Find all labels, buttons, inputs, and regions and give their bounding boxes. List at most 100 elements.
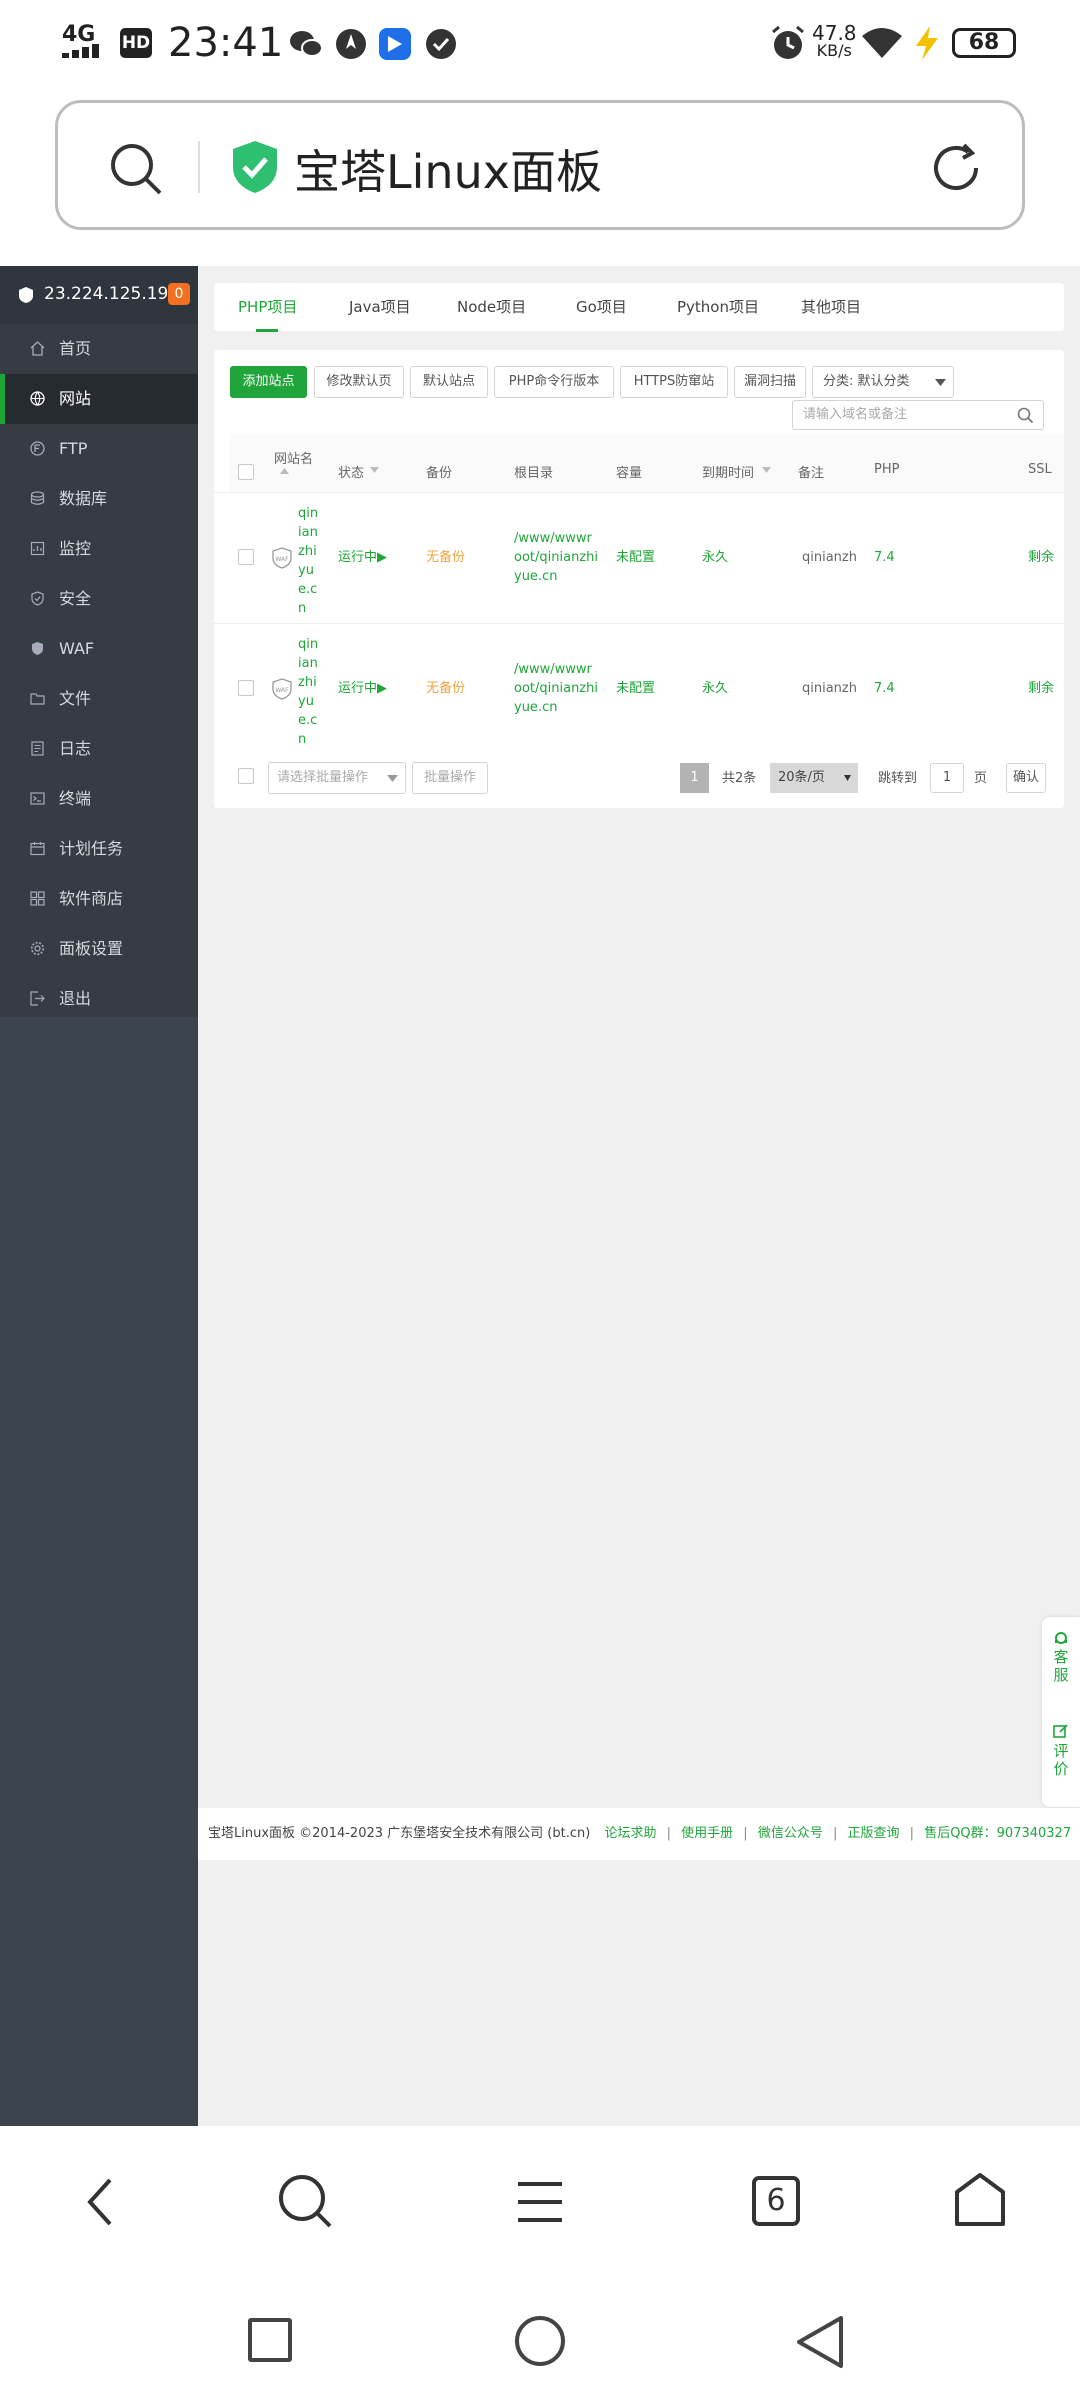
row-checkbox[interactable] xyxy=(238,680,254,696)
terminal-icon xyxy=(30,792,45,805)
batch-action-button[interactable]: 批量操作 xyxy=(412,762,488,794)
sidebar-item-monitor[interactable]: 监控 xyxy=(0,524,198,574)
sort-up-icon[interactable] xyxy=(280,468,289,474)
sidebar-item-website[interactable]: 网站 xyxy=(0,374,198,424)
menu-icon[interactable] xyxy=(516,2180,564,2224)
tab-python-projects[interactable]: Python项目 xyxy=(677,283,759,331)
network-speed: 47.8 KB/s xyxy=(812,21,857,60)
sidebar-item-logs[interactable]: 日志 xyxy=(0,724,198,774)
recent-apps-icon[interactable] xyxy=(248,2318,292,2362)
tab-java-projects[interactable]: Java项目 xyxy=(349,283,411,331)
status-running[interactable]: 运行中▶ xyxy=(338,548,387,567)
home-icon[interactable] xyxy=(954,2172,1006,2228)
sort-down-icon[interactable] xyxy=(762,467,771,473)
customer-service-icon[interactable] xyxy=(1053,1631,1069,1647)
back-triangle-icon[interactable] xyxy=(795,2314,845,2370)
backup-status[interactable]: 无备份 xyxy=(426,679,465,698)
hd-icon: HD xyxy=(120,28,152,58)
edit-feedback-icon[interactable] xyxy=(1053,1723,1069,1739)
sidebar-item-cron[interactable]: 计划任务 xyxy=(0,824,198,874)
batch-select-checkbox[interactable] xyxy=(238,768,254,784)
sort-down-icon[interactable] xyxy=(370,467,379,473)
col-site-name[interactable]: 网站名 xyxy=(274,448,313,467)
jump-page-input[interactable]: 1 xyxy=(930,763,964,793)
remark-value[interactable]: qinianzh xyxy=(802,548,857,567)
sidebar-item-waf[interactable]: WAF xyxy=(0,624,198,674)
server-shield-icon xyxy=(19,287,33,303)
status-running[interactable]: 运行中▶ xyxy=(338,679,387,698)
page-1-button[interactable]: 1 xyxy=(680,763,709,793)
batch-action-select[interactable]: 请选择批量操作 xyxy=(268,762,406,794)
back-icon[interactable] xyxy=(80,2174,120,2230)
forum-help-link[interactable]: 论坛求助 xyxy=(604,1826,656,1841)
check-circle-icon xyxy=(426,29,456,59)
refresh-icon[interactable] xyxy=(928,139,986,197)
sidebar-item-database[interactable]: 数据库 xyxy=(0,474,198,524)
manual-link[interactable]: 使用手册 xyxy=(681,1826,733,1841)
col-expiry[interactable]: 到期时间 xyxy=(702,462,754,481)
sidebar-item-ftp[interactable]: FTP xyxy=(0,424,198,474)
page-size-select[interactable]: 20条/页 xyxy=(770,763,858,793)
root-dir-link[interactable]: /www/wwwr oot/qinianzhi yue.cn xyxy=(514,660,598,717)
tab-go-projects[interactable]: Go项目 xyxy=(576,283,627,331)
capacity-value[interactable]: 未配置 xyxy=(616,548,655,567)
php-version[interactable]: 7.4 xyxy=(874,548,895,567)
tab-other-projects[interactable]: 其他项目 xyxy=(801,283,861,331)
waf-icon xyxy=(32,642,43,655)
category-select[interactable]: 分类: 默认分类 xyxy=(812,366,954,398)
server-ip: 23.224.125.191 xyxy=(44,284,180,304)
project-tabs: PHP项目 Java项目 Node项目 Go项目 Python项目 其他项目 xyxy=(214,283,1064,332)
edit-default-page-button[interactable]: 修改默认页 xyxy=(314,366,404,398)
wechat-icon xyxy=(290,31,323,57)
shield-check-icon xyxy=(233,141,277,193)
confirm-jump-button[interactable]: 确认 xyxy=(1006,763,1046,793)
site-name-link[interactable]: qin ian zhi yu e.c n xyxy=(298,635,326,749)
sidebar-item-home[interactable]: 首页 xyxy=(0,324,198,374)
ssl-status[interactable]: 剩余 xyxy=(1028,548,1054,567)
sidebar-item-security[interactable]: 安全 xyxy=(0,574,198,624)
sidebar-item-terminal[interactable]: 终端 xyxy=(0,774,198,824)
ssl-status[interactable]: 剩余 xyxy=(1028,679,1054,698)
php-cli-version-button[interactable]: PHP命令行版本 xyxy=(494,366,614,398)
notification-badge[interactable]: 0 xyxy=(168,283,190,305)
backup-status[interactable]: 无备份 xyxy=(426,548,465,567)
customer-service-char-1[interactable]: 客 xyxy=(1052,1649,1070,1666)
default-site-button[interactable]: 默认站点 xyxy=(410,366,488,398)
col-capacity: 容量 xyxy=(616,466,643,481)
sidebar: 23.224.125.191 0 首页 网站 FTP 数据库 监控 安全 WAF… xyxy=(0,266,198,2126)
license-check-link[interactable]: 正版查询 xyxy=(848,1826,900,1841)
sidebar-item-panel-settings[interactable]: 面板设置 xyxy=(0,924,198,974)
remark-value[interactable]: qinianzh xyxy=(802,679,857,698)
search-icon[interactable] xyxy=(108,141,164,197)
signal-icon xyxy=(62,44,106,58)
capacity-value[interactable]: 未配置 xyxy=(616,679,655,698)
php-version[interactable]: 7.4 xyxy=(874,679,895,698)
ftp-icon xyxy=(30,441,45,456)
review-char-2[interactable]: 价 xyxy=(1052,1761,1070,1778)
search-icon[interactable] xyxy=(276,2172,336,2232)
review-char-1[interactable]: 评 xyxy=(1052,1743,1070,1760)
expiry-value[interactable]: 永久 xyxy=(702,679,728,698)
search-input[interactable]: 请输入域名或备注 xyxy=(792,400,1044,430)
sidebar-item-files[interactable]: 文件 xyxy=(0,674,198,724)
tab-php-projects[interactable]: PHP项目 xyxy=(238,283,297,331)
tab-node-projects[interactable]: Node项目 xyxy=(457,283,526,331)
root-dir-link[interactable]: /www/wwwr oot/qinianzhi yue.cn xyxy=(514,529,598,586)
select-all-checkbox[interactable] xyxy=(238,464,254,480)
vuln-scan-button[interactable]: 漏洞扫描 xyxy=(734,366,806,398)
col-status[interactable]: 状态 xyxy=(338,462,364,481)
row-checkbox[interactable] xyxy=(238,549,254,565)
add-site-button[interactable]: 添加站点 xyxy=(230,366,307,398)
customer-service-char-2[interactable]: 服 xyxy=(1052,1667,1070,1684)
search-icon[interactable] xyxy=(1017,407,1034,424)
sidebar-item-app-store[interactable]: 软件商店 xyxy=(0,874,198,924)
col-backup: 备份 xyxy=(426,466,453,481)
home-circle-icon[interactable] xyxy=(515,2316,565,2366)
sidebar-item-logout[interactable]: 退出 xyxy=(0,974,198,1024)
wechat-link[interactable]: 微信公众号 xyxy=(758,1826,823,1841)
site-name-link[interactable]: qin ian zhi yu e.c n xyxy=(298,504,326,618)
expiry-value[interactable]: 永久 xyxy=(702,548,728,567)
tabs-count-button[interactable]: 6 xyxy=(752,2176,800,2226)
address-bar[interactable]: 宝塔Linux面板 xyxy=(55,100,1025,230)
https-protect-button[interactable]: HTTPS防窜站 xyxy=(620,366,728,398)
